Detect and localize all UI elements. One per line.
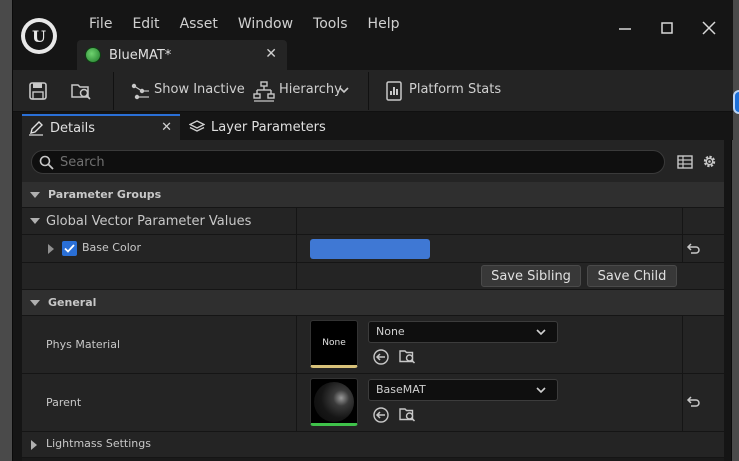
tab-details-label: Details: [50, 120, 96, 136]
show-inactive-icon[interactable]: [129, 80, 151, 102]
search-icon: [39, 155, 54, 170]
expand-arrow-icon[interactable]: [31, 440, 37, 450]
tab-details[interactable]: Details ✕: [22, 114, 180, 140]
unreal-logo-icon[interactable]: U: [21, 18, 57, 54]
menu-edit[interactable]: Edit: [122, 16, 169, 32]
material-instance-editor-window: U File Edit Asset Window Tools Help Blue…: [12, 0, 733, 461]
reset-to-default-icon[interactable]: [685, 242, 701, 258]
platform-stats-icon[interactable]: [384, 80, 406, 102]
panel-tab-bar: Details ✕ Layer Parameters: [13, 112, 733, 140]
phys-material-combo[interactable]: None: [368, 321, 558, 343]
thumbnail-label: None: [322, 338, 346, 348]
pencil-icon: [29, 121, 43, 136]
expand-arrow-icon[interactable]: [30, 218, 40, 224]
category-label: Parameter Groups: [48, 188, 162, 201]
group-global-vector[interactable]: Global Vector Parameter Values: [22, 208, 724, 235]
save-buttons-row: Save Sibling Save Child: [22, 263, 724, 290]
chevron-down-icon: [536, 387, 546, 394]
save-icon[interactable]: [27, 80, 49, 102]
platform-stats-button[interactable]: Platform Stats: [409, 82, 501, 97]
menu-window[interactable]: Window: [228, 16, 303, 32]
close-tab-icon[interactable]: ✕: [161, 120, 172, 135]
property-row-lightmass[interactable]: Lightmass Settings: [22, 432, 724, 458]
chevron-down-icon[interactable]: [337, 83, 351, 97]
category-general[interactable]: General: [22, 290, 724, 316]
menu-bar: File Edit Asset Window Tools Help: [79, 16, 409, 32]
toolbar-separator: [368, 72, 369, 110]
expand-arrow-icon[interactable]: [48, 244, 54, 254]
expand-arrow-icon[interactable]: [30, 191, 40, 198]
menu-file[interactable]: File: [79, 16, 122, 32]
table-view-icon[interactable]: [677, 154, 693, 170]
details-panel: Parameter Groups Global Vector Parameter…: [22, 140, 724, 461]
parent-material-thumbnail[interactable]: [310, 378, 358, 426]
minimize-icon[interactable]: [615, 18, 635, 38]
expand-arrow-icon[interactable]: [30, 299, 40, 306]
base-color-swatch[interactable]: [310, 239, 430, 259]
parent-combo[interactable]: BaseMAT: [368, 379, 558, 401]
browse-asset-icon[interactable]: [398, 347, 416, 365]
layers-icon: [189, 120, 205, 132]
hierarchy-button[interactable]: Hierarchy: [279, 82, 342, 97]
chevron-down-icon: [536, 329, 546, 336]
use-selected-icon[interactable]: [372, 406, 390, 424]
category-label: General: [48, 296, 97, 309]
tab-layer-parameters-label: Layer Parameters: [211, 119, 326, 135]
phys-material-thumbnail[interactable]: None: [310, 320, 358, 368]
group-label: Global Vector Parameter Values: [46, 214, 252, 229]
show-inactive-button[interactable]: Show Inactive: [154, 82, 245, 97]
base-color-checkbox[interactable]: [62, 241, 77, 256]
save-sibling-button[interactable]: Save Sibling: [481, 265, 581, 287]
property-row-phys-material: Phys Material None None: [22, 316, 724, 374]
close-window-icon[interactable]: [699, 18, 719, 38]
hierarchy-icon[interactable]: [253, 80, 275, 102]
param-row-base-color: Base Color: [22, 235, 724, 263]
reset-to-default-icon[interactable]: [685, 395, 701, 411]
tab-layer-parameters[interactable]: Layer Parameters: [183, 114, 333, 140]
combo-value: None: [376, 325, 405, 338]
material-instance-icon: [85, 47, 101, 63]
maximize-icon[interactable]: [657, 18, 677, 38]
background-blue-handle: [733, 90, 739, 114]
document-tab-label: BlueMAT*: [109, 47, 172, 63]
param-label: Base Color: [82, 241, 142, 254]
checkmark-icon: [64, 244, 75, 253]
use-selected-icon[interactable]: [372, 348, 390, 366]
browse-folder-icon[interactable]: [70, 80, 92, 102]
gear-icon[interactable]: [701, 153, 718, 170]
material-sphere-preview: [314, 382, 354, 422]
property-row-parent: Parent BaseMAT: [22, 374, 724, 432]
category-parameter-groups[interactable]: Parameter Groups: [22, 182, 724, 208]
save-child-button[interactable]: Save Child: [587, 265, 677, 287]
browse-asset-icon[interactable]: [398, 405, 416, 423]
combo-value: BaseMAT: [376, 383, 426, 396]
search-input[interactable]: [60, 153, 650, 171]
search-box[interactable]: [31, 150, 665, 174]
menu-asset[interactable]: Asset: [170, 16, 228, 32]
document-tab[interactable]: BlueMAT* ✕: [77, 40, 287, 70]
toolbar-separator: [113, 72, 114, 110]
toolbar: Show Inactive Hierarchy Platform Stats: [13, 70, 733, 112]
search-row: [22, 140, 724, 182]
title-bar: U File Edit Asset Window Tools Help Blue…: [13, 0, 733, 70]
close-tab-icon[interactable]: ✕: [265, 46, 277, 62]
menu-tools[interactable]: Tools: [303, 16, 358, 32]
property-label: Phys Material: [46, 338, 121, 351]
property-label: Parent: [46, 396, 82, 409]
property-label: Lightmass Settings: [46, 437, 151, 450]
menu-help[interactable]: Help: [358, 16, 410, 32]
